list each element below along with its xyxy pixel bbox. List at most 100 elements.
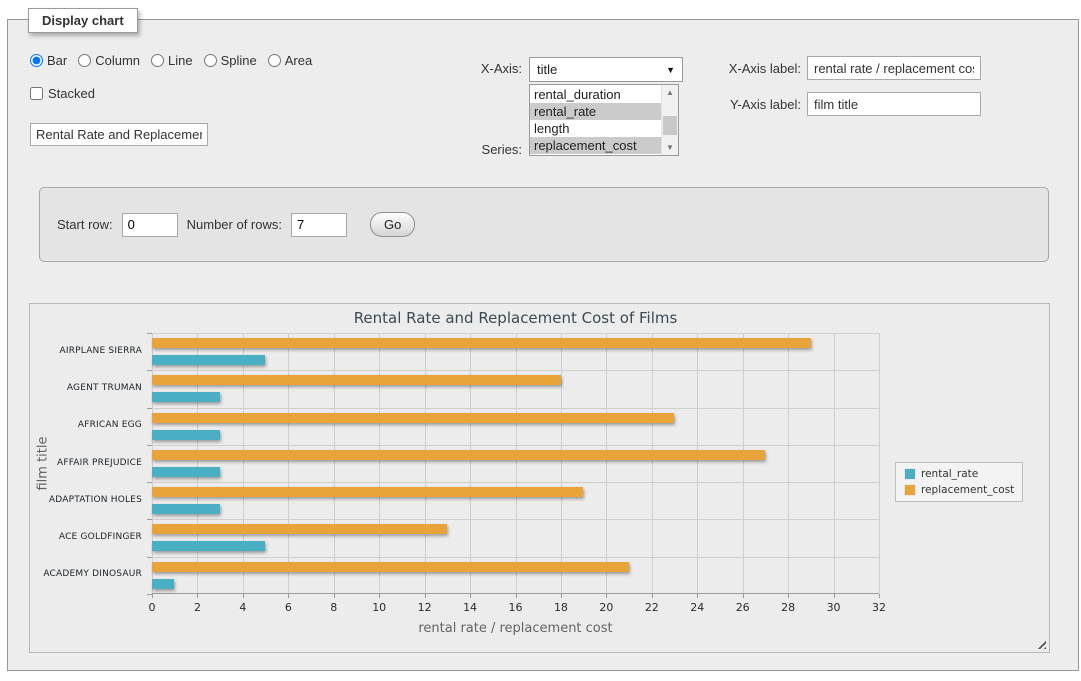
series-options: rental_durationrental_ratelengthreplacem… [530, 85, 661, 155]
chart-type-option-column[interactable]: Column [78, 53, 140, 68]
chart-type-radio-line[interactable] [151, 54, 164, 67]
x-axis-tick [288, 594, 289, 598]
legend-swatch [904, 484, 916, 496]
category-label: AIRPLANE SIERRA [30, 346, 142, 356]
legend-item-rental_rate[interactable]: rental_rate [904, 468, 1014, 480]
x-tick-label: 28 [768, 601, 808, 614]
page: Display chart BarColumnLineSplineArea St… [0, 0, 1081, 681]
grid-line-vertical [743, 333, 744, 593]
chart-title: Rental Rate and Replacement Cost of Film… [152, 309, 879, 327]
chart-type-option-spline[interactable]: Spline [204, 53, 257, 68]
series-option-length[interactable]: length [530, 120, 661, 137]
bar-replacement_cost [152, 487, 583, 497]
grid-line-vertical [243, 333, 244, 593]
scrollbar-thumb[interactable] [663, 116, 677, 135]
x-tick-label: 20 [586, 601, 626, 614]
x-axis-select-label: X-Axis: [422, 61, 522, 76]
start-row-input[interactable] [122, 213, 178, 237]
x-axis-tick [879, 594, 880, 598]
bar-rental_rate [152, 392, 220, 402]
x-tick-label: 12 [405, 601, 445, 614]
y-axis-label-input[interactable] [807, 92, 981, 116]
x-axis-tick [334, 594, 335, 598]
bar-replacement_cost [152, 524, 447, 534]
grid-line-vertical [379, 333, 380, 593]
x-axis-label-caption: X-Axis label: [644, 61, 801, 76]
scroll-down-icon[interactable]: ▼ [662, 140, 678, 155]
bar-replacement_cost [152, 413, 674, 423]
x-axis-tick [561, 594, 562, 598]
y-axis-label-caption: Y-Axis label: [644, 97, 801, 112]
chart-type-radio-label: Area [285, 53, 312, 68]
chart-type-option-area[interactable]: Area [268, 53, 312, 68]
x-axis-tick [379, 594, 380, 598]
bar-replacement_cost [152, 338, 811, 348]
grid-line-vertical [288, 333, 289, 593]
y-axis-tick [147, 519, 152, 520]
bar-rental_rate [152, 579, 174, 589]
x-axis-title: rental rate / replacement cost [152, 621, 879, 636]
grid-line-vertical [516, 333, 517, 593]
x-axis-tick [197, 594, 198, 598]
go-button[interactable]: Go [370, 212, 415, 237]
y-axis-tick [147, 445, 152, 446]
series-option-rental_rate[interactable]: rental_rate [530, 103, 661, 120]
legend-label: rental_rate [921, 468, 978, 480]
x-tick-label: 16 [496, 601, 536, 614]
chart-legend: rental_rate replacement_cost [895, 462, 1023, 502]
start-row-label: Start row: [57, 217, 113, 232]
number-of-rows-input[interactable] [291, 213, 347, 237]
series-label: Series: [422, 142, 522, 157]
grid-line-vertical [697, 333, 698, 593]
bar-rental_rate [152, 541, 265, 551]
chart-type-option-bar[interactable]: Bar [30, 53, 67, 68]
x-axis-tick [425, 594, 426, 598]
x-axis-label-input[interactable] [807, 56, 981, 80]
chart-type-radio-label: Column [95, 53, 140, 68]
x-axis-tick [697, 594, 698, 598]
grid-line-vertical [561, 333, 562, 593]
grid-line-vertical [470, 333, 471, 593]
chart-title-input[interactable] [30, 123, 208, 146]
y-axis-tick [147, 370, 152, 371]
category-label: AFRICAN EGG [30, 420, 142, 430]
grid-line-vertical [425, 333, 426, 593]
category-label: ACE GOLDFINGER [30, 532, 142, 542]
y-axis-tick [147, 594, 152, 595]
bar-rental_rate [152, 467, 220, 477]
x-tick-label: 32 [859, 601, 899, 614]
grid-line-vertical [197, 333, 198, 593]
chart-type-radio-area[interactable] [268, 54, 281, 67]
x-axis-tick [652, 594, 653, 598]
chart-type-radio-spline[interactable] [204, 54, 217, 67]
grid-line-horizontal [152, 370, 879, 371]
listbox-scrollbar[interactable]: ▲ ▼ [661, 85, 678, 155]
x-axis-tick [152, 594, 153, 598]
x-tick-label: 14 [450, 601, 490, 614]
chart-type-radio-column[interactable] [78, 54, 91, 67]
grid-line-horizontal [152, 408, 879, 409]
y-axis-tick [147, 408, 152, 409]
x-tick-label: 8 [314, 601, 354, 614]
series-listbox[interactable]: rental_durationrental_ratelengthreplacem… [529, 84, 679, 156]
legend-item-replacement_cost[interactable]: replacement_cost [904, 484, 1014, 496]
series-option-replacement_cost[interactable]: replacement_cost [530, 137, 661, 154]
x-axis-tick [243, 594, 244, 598]
bar-rental_rate [152, 355, 265, 365]
bar-replacement_cost [152, 450, 765, 460]
resize-handle-icon[interactable] [1035, 638, 1046, 649]
stacked-label: Stacked [48, 86, 95, 101]
x-axis-tick [516, 594, 517, 598]
chart-type-option-line[interactable]: Line [151, 53, 193, 68]
series-option-rental_duration[interactable]: rental_duration [530, 86, 661, 103]
y-axis-tick [147, 482, 152, 483]
stacked-checkbox-row[interactable]: Stacked [30, 86, 95, 101]
x-tick-label: 30 [814, 601, 854, 614]
x-axis-tick [788, 594, 789, 598]
y-axis-tick [147, 557, 152, 558]
chart-type-radio-group: Bar Column Line Spline Area [30, 53, 312, 68]
chart-type-radio-bar[interactable] [30, 54, 43, 67]
x-tick-label: 18 [541, 601, 581, 614]
stacked-checkbox[interactable] [30, 87, 43, 100]
x-tick-label: 10 [359, 601, 399, 614]
